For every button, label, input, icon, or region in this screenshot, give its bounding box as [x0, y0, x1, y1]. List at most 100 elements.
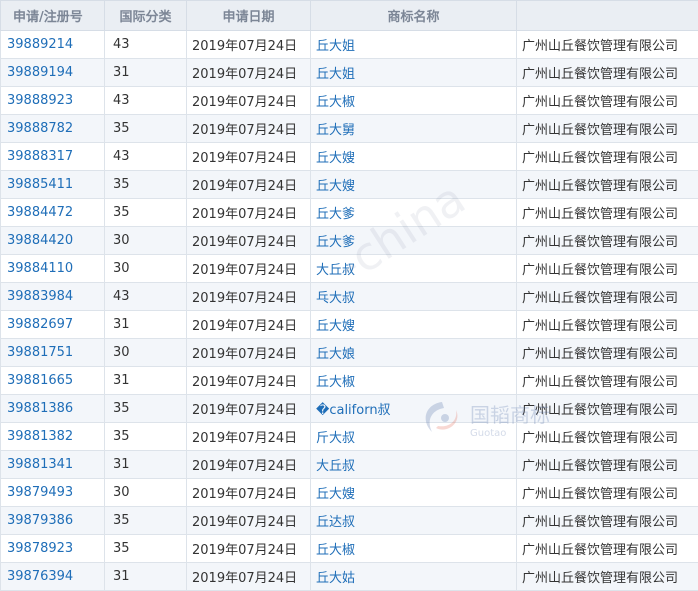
class-cell: 31: [104, 562, 187, 591]
trademark-name-link[interactable]: 丘达叔: [316, 515, 355, 530]
date-cell: 2019年07月24日: [186, 534, 311, 563]
reg-number-link[interactable]: 39881341: [7, 457, 73, 472]
date-cell: 2019年07月24日: [186, 310, 311, 339]
owner-cell: 广州山丘餐饮管理有限公司: [516, 478, 698, 507]
class-cell: 31: [104, 310, 187, 339]
reg-number-cell: 39882697: [0, 310, 105, 339]
trademark-name-cell: 丘大姐: [310, 30, 517, 59]
reg-number-cell: 39881665: [0, 366, 105, 395]
table-row: 39881341 31 2019年07月24日 大丘叔 广州山丘餐饮管理有限公司: [0, 450, 698, 479]
reg-number-link[interactable]: 39889214: [7, 37, 73, 52]
trademark-name-link[interactable]: 丘大爹: [316, 207, 355, 222]
date-cell: 2019年07月24日: [186, 478, 311, 507]
reg-number-link[interactable]: 39878923: [7, 541, 73, 556]
trademark-name-link[interactable]: 丘大椒: [316, 375, 355, 390]
trademark-name-cell: 大丘叔: [310, 450, 517, 479]
trademark-name-cell: 斤大叔: [310, 422, 517, 451]
trademark-name-cell: �californ叔: [310, 394, 517, 423]
date-cell: 2019年07月24日: [186, 450, 311, 479]
trademark-name-link[interactable]: 丘大椒: [316, 543, 355, 558]
trademark-name-link[interactable]: 大丘叔: [316, 263, 355, 278]
trademark-name-cell: 丘大椒: [310, 86, 517, 115]
reg-number-link[interactable]: 39888782: [7, 121, 73, 136]
trademark-name-link[interactable]: 大丘叔: [316, 459, 355, 474]
table-row: 39881751 30 2019年07月24日 丘大娘 广州山丘餐饮管理有限公司: [0, 338, 698, 367]
reg-number-link[interactable]: 39881751: [7, 345, 73, 360]
reg-number-link[interactable]: 39876394: [7, 569, 73, 584]
reg-number-link[interactable]: 39884472: [7, 205, 73, 220]
owner-cell: 广州山丘餐饮管理有限公司: [516, 114, 698, 143]
trademark-name-link[interactable]: �californ叔: [316, 403, 391, 418]
reg-number-link[interactable]: 39888923: [7, 93, 73, 108]
table-row: 39878923 35 2019年07月24日 丘大椒 广州山丘餐饮管理有限公司: [0, 534, 698, 563]
trademark-name-cell: 丘达叔: [310, 506, 517, 535]
trademark-name-link[interactable]: 乓大叔: [316, 291, 355, 306]
trademark-name-link[interactable]: 丘大嫂: [316, 179, 355, 194]
date-cell: 2019年07月24日: [186, 394, 311, 423]
date-cell: 2019年07月24日: [186, 198, 311, 227]
header-reg-number[interactable]: 申请/注册号: [0, 0, 105, 31]
trademark-name-cell: 丘大爹: [310, 226, 517, 255]
class-cell: 35: [104, 198, 187, 227]
table-row: 39884110 30 2019年07月24日 大丘叔 广州山丘餐饮管理有限公司: [0, 254, 698, 283]
trademark-table: 申请/注册号 国际分类 申请日期 商标名称 39889214 43 2019年07月…: [0, 0, 698, 591]
date-cell: 2019年07月24日: [186, 114, 311, 143]
class-cell: 43: [104, 86, 187, 115]
trademark-name-link[interactable]: 丘大舅: [316, 123, 355, 138]
trademark-name-link[interactable]: 丘大嫂: [316, 319, 355, 334]
reg-number-cell: 39881382: [0, 422, 105, 451]
reg-number-link[interactable]: 39883984: [7, 289, 73, 304]
reg-number-link[interactable]: 39879493: [7, 485, 73, 500]
date-cell: 2019年07月24日: [186, 366, 311, 395]
owner-cell: 广州山丘餐饮管理有限公司: [516, 282, 698, 311]
trademark-name-cell: 丘大爹: [310, 198, 517, 227]
class-cell: 43: [104, 282, 187, 311]
reg-number-link[interactable]: 39885411: [7, 177, 73, 192]
reg-number-link[interactable]: 39881386: [7, 401, 73, 416]
trademark-name-link[interactable]: 斤大叔: [316, 431, 355, 446]
trademark-name-link[interactable]: 丘大姑: [316, 571, 355, 586]
owner-cell: 广州山丘餐饮管理有限公司: [516, 58, 698, 87]
reg-number-link[interactable]: 39881382: [7, 429, 73, 444]
class-cell: 31: [104, 450, 187, 479]
reg-number-link[interactable]: 39879386: [7, 513, 73, 528]
reg-number-cell: 39884110: [0, 254, 105, 283]
header-trademark-name[interactable]: 商标名称: [310, 0, 517, 31]
reg-number-link[interactable]: 39889194: [7, 65, 73, 80]
reg-number-link[interactable]: 39882697: [7, 317, 73, 332]
trademark-name-cell: 丘大椒: [310, 534, 517, 563]
owner-cell: 广州山丘餐饮管理有限公司: [516, 198, 698, 227]
trademark-name-cell: 丘大娘: [310, 338, 517, 367]
trademark-name-link[interactable]: 丘大椒: [316, 95, 355, 110]
reg-number-cell: 39879493: [0, 478, 105, 507]
reg-number-link[interactable]: 39884110: [7, 261, 73, 276]
class-cell: 43: [104, 142, 187, 171]
trademark-name-link[interactable]: 丘大姐: [316, 67, 355, 82]
trademark-name-link[interactable]: 丘大姐: [316, 39, 355, 54]
owner-cell: 广州山丘餐饮管理有限公司: [516, 142, 698, 171]
reg-number-link[interactable]: 39888317: [7, 149, 73, 164]
reg-number-cell: 39885411: [0, 170, 105, 199]
date-cell: 2019年07月24日: [186, 254, 311, 283]
trademark-name-cell: 丘大舅: [310, 114, 517, 143]
trademark-name-link[interactable]: 丘大嫂: [316, 487, 355, 502]
date-cell: 2019年07月24日: [186, 142, 311, 171]
trademark-name-cell: 大丘叔: [310, 254, 517, 283]
header-date[interactable]: 申请日期: [186, 0, 311, 31]
reg-number-cell: 39881386: [0, 394, 105, 423]
date-cell: 2019年07月24日: [186, 30, 311, 59]
reg-number-link[interactable]: 39884420: [7, 233, 73, 248]
table-row: 39881386 35 2019年07月24日 �californ叔 广州山丘餐饮管理有…: [0, 394, 698, 423]
trademark-name-cell: 丘大姐: [310, 58, 517, 87]
trademark-name-link[interactable]: 丘大嫂: [316, 151, 355, 166]
reg-number-cell: 39883984: [0, 282, 105, 311]
header-class[interactable]: 国际分类: [104, 0, 187, 31]
reg-number-link[interactable]: 39881665: [7, 373, 73, 388]
trademark-name-link[interactable]: 丘大爹: [316, 235, 355, 250]
trademark-name-cell: 乓大叔: [310, 282, 517, 311]
table-row: 39884472 35 2019年07月24日 丘大爹 广州山丘餐饮管理有限公司: [0, 198, 698, 227]
trademark-name-link[interactable]: 丘大娘: [316, 347, 355, 362]
date-cell: 2019年07月24日: [186, 226, 311, 255]
owner-cell: 广州山丘餐饮管理有限公司: [516, 422, 698, 451]
date-cell: 2019年07月24日: [186, 86, 311, 115]
